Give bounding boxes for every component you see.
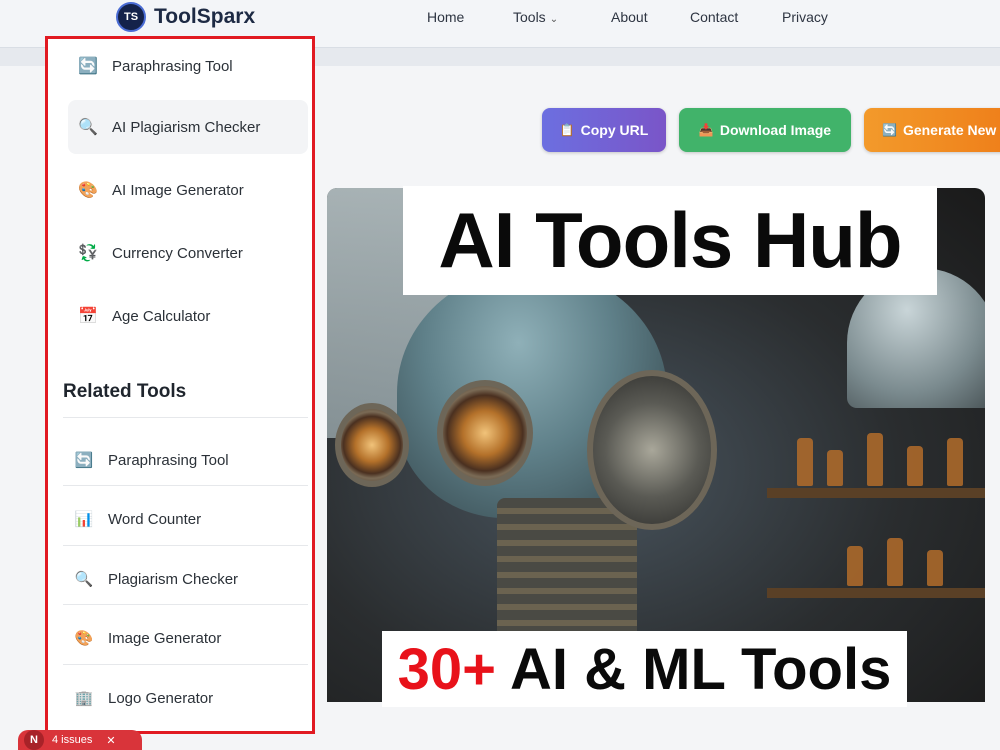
bar-chart-icon: 📊 — [74, 511, 94, 528]
nav-privacy[interactable]: Privacy — [782, 9, 828, 25]
magnifier-icon: 🔍 — [78, 119, 98, 136]
related-item-label: Image Generator — [108, 629, 222, 647]
download-tray-icon: 📥 — [698, 123, 714, 137]
sidebar-item-label: AI Plagiarism Checker — [112, 118, 261, 136]
hero-bottle — [797, 438, 813, 486]
nav-contact[interactable]: Contact — [690, 9, 738, 25]
devtools-issues-badge[interactable]: N 4 issues ✕ — [18, 730, 142, 750]
nav-about[interactable]: About — [611, 9, 648, 25]
refresh-icon: 🔄 — [882, 123, 897, 137]
nav-about-label: About — [611, 9, 648, 25]
related-item-plagiarism-checker[interactable]: 🔍 Plagiarism Checker — [66, 550, 306, 608]
copy-url-button[interactable]: 📋 Copy URL — [542, 108, 666, 152]
related-item-paraphrasing-tool[interactable]: 🔄 Paraphrasing Tool — [66, 431, 306, 489]
sidebar-item-age-calculator[interactable]: 📅 Age Calculator — [68, 289, 308, 343]
download-image-label: Download Image — [719, 122, 832, 138]
hero-headline-box: AI Tools Hub — [403, 186, 937, 295]
palette-icon: 🎨 — [74, 630, 94, 647]
building-icon: 🏢 — [74, 690, 94, 707]
hero-bottle — [867, 433, 883, 486]
hero-bottle — [827, 450, 843, 486]
clipboard-icon: 📋 — [559, 123, 575, 137]
sidebar-item-label: Age Calculator — [112, 307, 211, 325]
hero-bottle — [927, 550, 943, 586]
currency-exchange-icon: 💱 — [78, 245, 98, 262]
nav-home[interactable]: Home — [427, 9, 464, 25]
sidebar-item-ai-plagiarism-checker[interactable]: 🔍 AI Plagiarism Checker — [68, 100, 308, 154]
nextjs-icon: N — [24, 730, 44, 750]
calendar-icon: 📅 — [78, 308, 98, 325]
hero-headline: AI Tools Hub — [438, 196, 902, 284]
sidebar-item-currency-converter[interactable]: 💱 Currency Converter — [68, 226, 308, 280]
related-item-label: Paraphrasing Tool — [108, 451, 229, 469]
related-item-logo-generator[interactable]: 🏢 Logo Generator — [66, 669, 306, 727]
tools-sidebar: 🔄 Paraphrasing Tool 🔍 AI Plagiarism Chec… — [45, 36, 315, 734]
hero-robot-eye — [335, 403, 409, 487]
hero-robot-gear — [587, 370, 717, 530]
related-tools-heading: Related Tools — [63, 381, 187, 402]
magnifier-icon: 🔍 — [74, 571, 94, 588]
nav-privacy-label: Privacy — [782, 9, 828, 25]
chevron-down-icon: ⌄ — [549, 14, 559, 25]
divider — [63, 664, 308, 665]
generate-new-button[interactable]: 🔄 Generate New — [864, 108, 1000, 152]
hero-tools-count: 30+ — [397, 636, 497, 702]
sidebar-item-ai-image-generator[interactable]: 🎨 AI Image Generator — [68, 163, 308, 217]
sidebar-item-label: AI Image Generator — [112, 181, 244, 199]
refresh-icon: 🔄 — [78, 58, 98, 75]
divider — [63, 545, 308, 546]
sidebar-item-label: Currency Converter — [112, 244, 243, 262]
hero-shelf — [767, 588, 985, 598]
main-nav: Home Tools ⌄ About Contact Privacy — [0, 9, 1000, 29]
nav-home-label: Home — [427, 9, 465, 25]
copy-url-label: Copy URL — [580, 122, 649, 138]
refresh-icon: 🔄 — [74, 452, 94, 469]
download-image-button[interactable]: 📥 Download Image — [679, 108, 851, 152]
related-item-label: Logo Generator — [108, 689, 214, 707]
close-icon[interactable]: ✕ — [106, 734, 115, 747]
divider — [63, 604, 308, 605]
nav-contact-label: Contact — [690, 9, 739, 25]
hero-shelf — [767, 488, 985, 498]
hero-bottle — [907, 446, 923, 486]
palette-icon: 🎨 — [78, 182, 98, 199]
sidebar-item-label: Paraphrasing Tool — [112, 57, 233, 75]
hero-subline-box: 30+ AI & ML Tools — [382, 631, 907, 707]
sidebar-item-paraphrasing-tool[interactable]: 🔄 Paraphrasing Tool — [68, 39, 308, 93]
generate-new-label: Generate New — [902, 122, 997, 138]
nav-tools[interactable]: Tools ⌄ — [513, 9, 558, 25]
related-item-label: Word Counter — [108, 510, 202, 528]
nav-tools-label: Tools — [513, 9, 546, 25]
hero-bottle — [887, 538, 903, 586]
divider — [63, 417, 308, 418]
related-item-word-counter[interactable]: 📊 Word Counter — [66, 490, 306, 548]
divider — [63, 485, 308, 486]
issues-count: 4 issues — [52, 734, 93, 746]
hero-bottle — [847, 546, 863, 586]
related-item-image-generator[interactable]: 🎨 Image Generator — [66, 609, 306, 667]
hero-bottle — [947, 438, 963, 486]
hero-subline: AI & ML Tools — [510, 636, 892, 702]
hero-robot-eye — [437, 380, 533, 486]
related-item-label: Plagiarism Checker — [108, 570, 239, 588]
